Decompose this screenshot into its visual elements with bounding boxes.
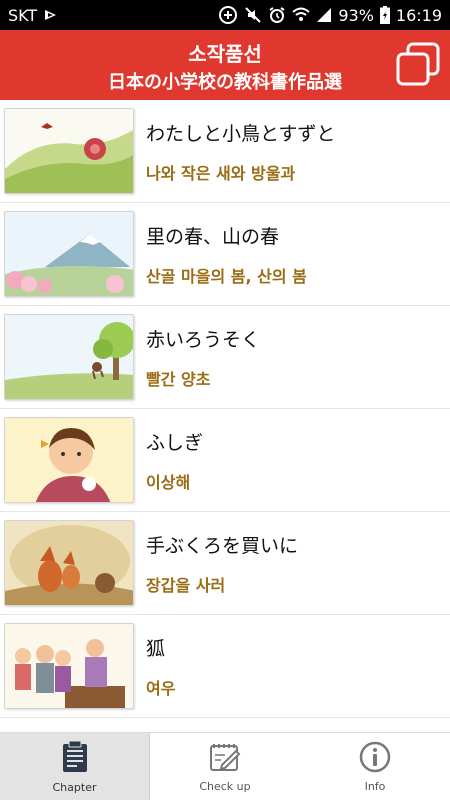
app-header: 소작품선 日本の小学校の教科書作品選 (0, 30, 450, 100)
clipboard-list-icon (60, 740, 90, 778)
item-subtitle: 장갑을 사러 (146, 575, 226, 595)
thumbnail-image (4, 108, 134, 194)
header-title: 소작품선 (188, 42, 262, 66)
item-title: 赤いろうそく (146, 328, 261, 351)
header-subtitle: 日本の小学校の教科書作品選 (108, 72, 342, 93)
overlapping-squares-icon (395, 41, 441, 91)
item-title: ふしぎ (146, 431, 204, 454)
signal-icon (316, 7, 332, 23)
battery-icon (379, 6, 390, 24)
wifi-icon (292, 7, 310, 23)
thumbnail-image (4, 314, 134, 400)
battery-percent: 93% (338, 5, 374, 25)
item-subtitle: 나와 작은 새와 방울과 (146, 163, 296, 183)
chapter-list: わたしと小鳥とすずと 나와 작은 새와 방울과 里の春、山の春 산골 마을의 봄… (0, 100, 450, 732)
clock: 16:19 (395, 5, 442, 25)
thumbnail-image (4, 623, 134, 709)
item-subtitle: 빨간 양초 (146, 369, 211, 389)
status-bar: SKT 93% 16:19 (0, 0, 450, 30)
alarm-icon (268, 6, 286, 24)
carrier-label: SKT (8, 5, 38, 25)
tab-label: Check up (199, 780, 251, 793)
list-item[interactable]: ふしぎ 이상해 (0, 409, 450, 512)
tab-label: Info (364, 780, 386, 793)
carrier-media-icon (43, 7, 59, 23)
item-title: 狐 (146, 637, 166, 660)
list-item[interactable]: 狐 여우 (0, 615, 450, 718)
tab-chapter[interactable]: Chapter (0, 733, 150, 800)
multi-window-button[interactable] (394, 42, 442, 90)
mute-icon (244, 6, 262, 24)
tab-check-up[interactable]: Check up (150, 733, 300, 800)
tab-label: Chapter (52, 781, 97, 794)
thumbnail-image (4, 211, 134, 297)
list-item[interactable]: 里の春、山の春 산골 마을의 봄, 산의 봄 (0, 203, 450, 306)
notebook-pencil-icon (208, 741, 242, 777)
item-subtitle: 여우 (146, 678, 176, 698)
bottom-navigation: Chapter Check up Info (0, 732, 450, 800)
item-subtitle: 산골 마을의 봄, 산의 봄 (146, 266, 307, 286)
list-item[interactable]: 手ぶくろを買いに 장갑을 사러 (0, 512, 450, 615)
info-circle-icon (359, 741, 391, 777)
data-saver-icon (218, 5, 238, 25)
thumbnail-image (4, 520, 134, 606)
list-item[interactable]: 赤いろうそく 빨간 양초 (0, 306, 450, 409)
tab-info[interactable]: Info (300, 733, 450, 800)
item-title: 手ぶくろを買いに (146, 534, 299, 557)
thumbnail-image (4, 417, 134, 503)
item-title: 里の春、山の春 (146, 225, 280, 248)
list-item[interactable]: わたしと小鳥とすずと 나와 작은 새와 방울과 (0, 100, 450, 203)
item-subtitle: 이상해 (146, 472, 191, 492)
item-title: わたしと小鳥とすずと (146, 122, 336, 145)
